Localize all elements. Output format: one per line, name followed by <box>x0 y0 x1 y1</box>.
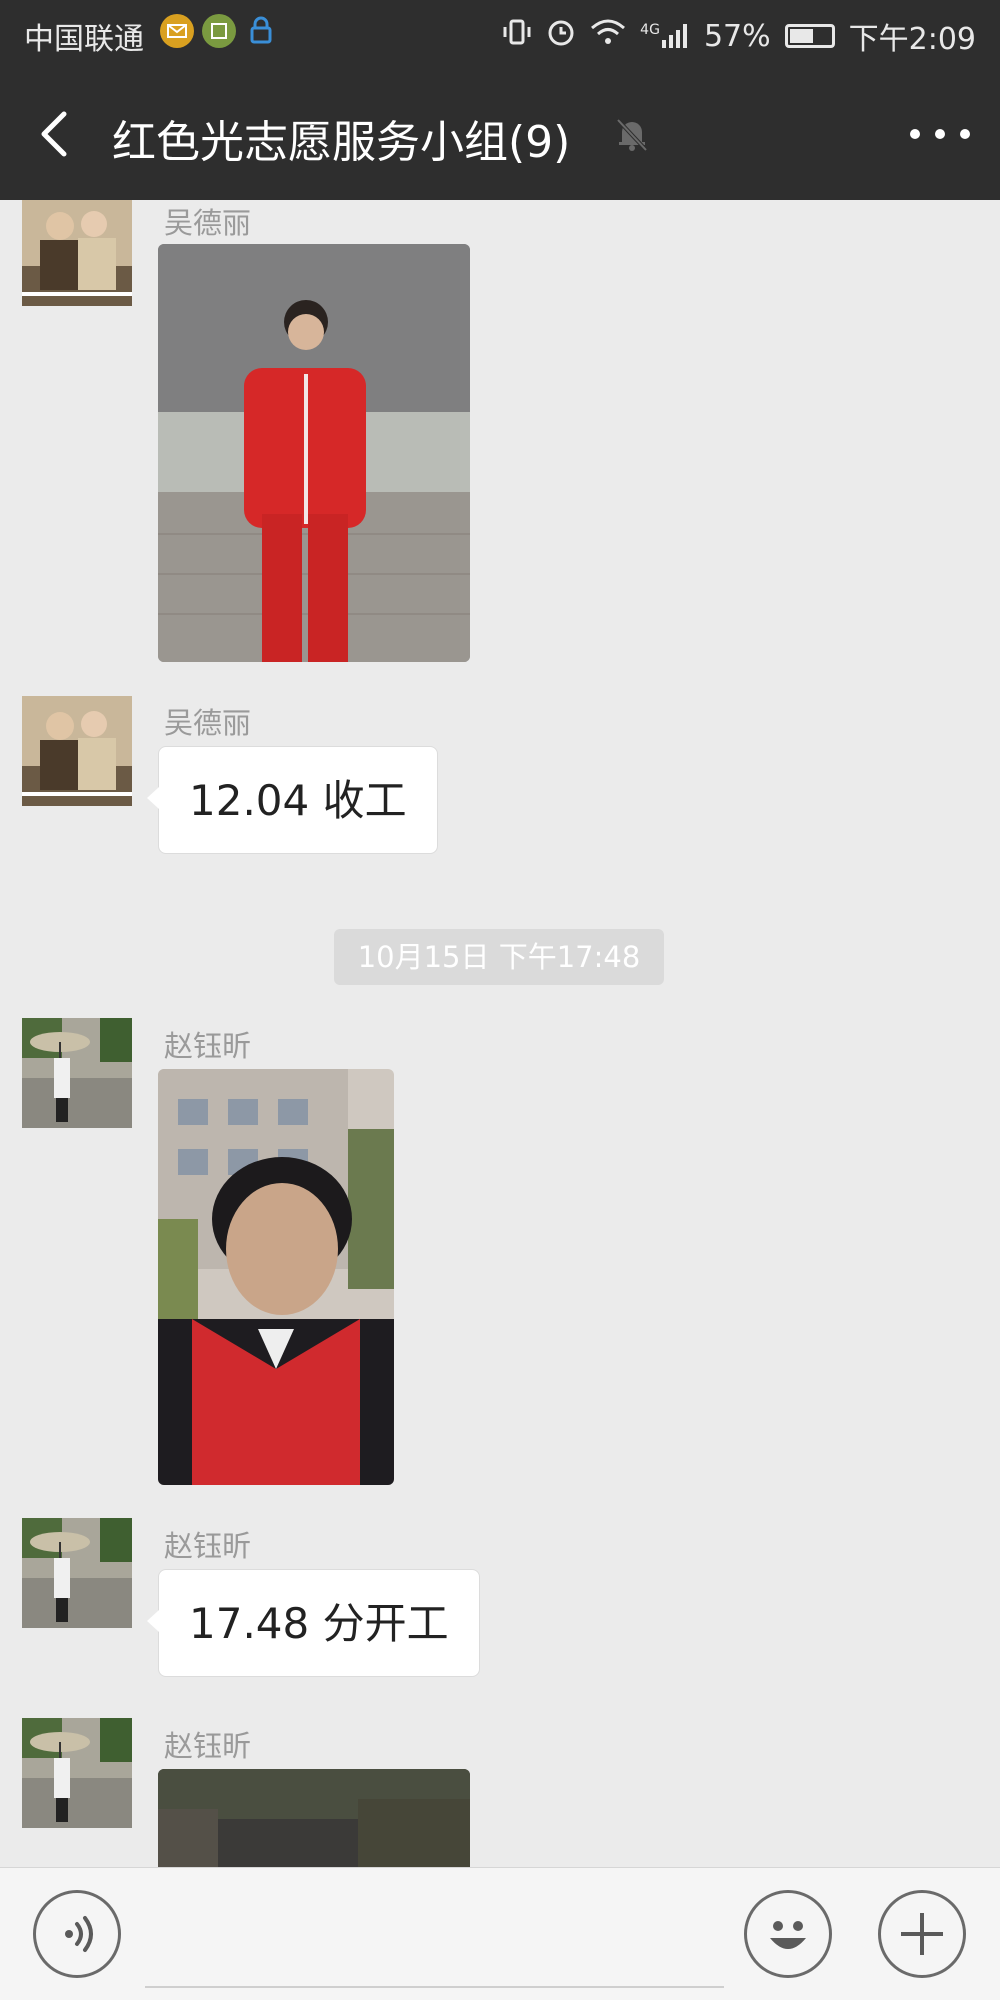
chat-header: 红色光志愿服务小组(9) <box>0 68 1000 200</box>
back-button[interactable] <box>30 102 90 166</box>
plus-icon <box>901 1913 943 1955</box>
sender-name: 吴德丽 <box>164 706 252 740</box>
photo-icon <box>158 1769 470 1867</box>
emoji-button[interactable] <box>744 1890 832 1978</box>
photo-message[interactable] <box>158 1069 394 1485</box>
lock-notification-icon <box>244 14 278 48</box>
photo-icon <box>158 244 470 662</box>
carrier-name: 中国联通 <box>24 22 144 57</box>
photo-message[interactable] <box>158 244 470 662</box>
chat-title: 红色光志愿服务小组(9) <box>112 117 571 168</box>
timestamp-divider: 10月15日 下午17:48 <box>334 929 664 985</box>
avatar[interactable] <box>22 1018 132 1128</box>
sender-name: 赵钰昕 <box>164 1029 252 1063</box>
avatar[interactable] <box>22 696 132 806</box>
cellular-signal-icon: 4G <box>640 22 690 50</box>
sender-name: 赵钰昕 <box>164 1529 252 1563</box>
more-dot-icon <box>935 129 945 139</box>
avatar[interactable] <box>22 1518 132 1628</box>
avatar[interactable] <box>22 1718 132 1828</box>
alarm-icon <box>546 17 576 55</box>
network-type: 4G <box>640 22 660 38</box>
more-options-button[interactable] <box>910 108 970 160</box>
back-arrow-icon <box>41 111 67 157</box>
more-dot-icon <box>960 129 970 139</box>
emoji-icon <box>770 1921 806 1949</box>
battery-icon <box>784 24 835 48</box>
voice-icon <box>65 1916 93 1952</box>
app-notification-icon <box>202 14 236 48</box>
photo-message[interactable] <box>158 1769 470 1867</box>
text-message-bubble[interactable]: 17.48 分开工 <box>147 1569 480 1677</box>
mute-bell-icon <box>612 114 652 154</box>
photo-icon <box>158 1069 394 1485</box>
voice-button[interactable] <box>33 1890 121 1978</box>
sender-name: 赵钰昕 <box>164 1729 252 1763</box>
input-bar <box>0 1867 1000 2000</box>
clock: 下午2:09 <box>848 22 976 57</box>
battery-percent: 57% <box>703 18 771 54</box>
vibrate-icon <box>502 17 532 55</box>
sender-name: 吴德丽 <box>164 206 252 240</box>
wifi-icon <box>590 18 626 54</box>
status-bar: 中国联通 4G 57% 下午2:09 <box>0 0 1000 68</box>
plus-button[interactable] <box>878 1890 966 1978</box>
notification-icons <box>160 14 278 48</box>
more-dot-icon <box>910 129 920 139</box>
avatar[interactable] <box>22 200 132 306</box>
message-input[interactable] <box>145 1888 724 1988</box>
message-list[interactable]: 吴德丽 吴德丽 12.04 收工 10月15日 下午17:48 赵钰昕 赵钰昕 … <box>0 200 1000 1867</box>
text-message-bubble[interactable]: 12.04 收工 <box>147 746 438 854</box>
mail-notification-icon <box>160 14 194 48</box>
